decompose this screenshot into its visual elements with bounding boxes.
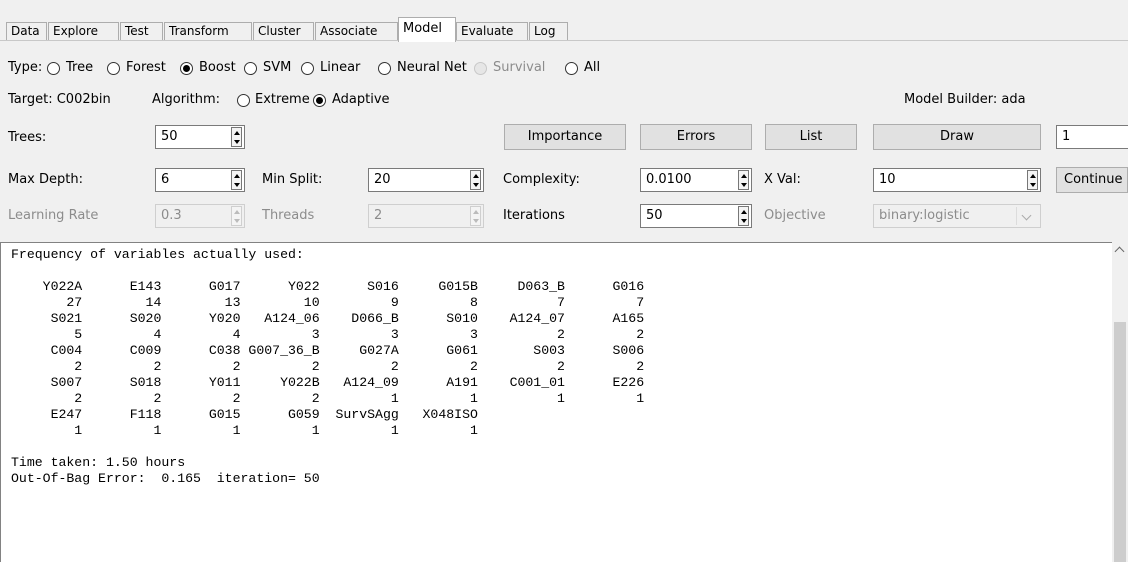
target-label: Target: C002bin — [8, 92, 111, 107]
complexity-spinner[interactable]: 0.0100 — [640, 168, 752, 192]
depth-row: Max Depth: 6 Min Split: 20 Complexity: 0… — [0, 167, 1128, 196]
scroll-thumb[interactable] — [1114, 322, 1126, 562]
output-scrollbar[interactable] — [1112, 242, 1128, 562]
objective-value: binary:logistic — [879, 208, 970, 223]
continue-button[interactable]: Continue — [1056, 167, 1128, 193]
model-builder-label: Model Builder: ada — [904, 92, 1026, 107]
min-split-value: 20 — [374, 172, 391, 187]
spinner-arrows — [231, 206, 242, 226]
trees-spinner[interactable]: 50 — [155, 125, 245, 149]
xval-label: X Val: — [764, 172, 801, 187]
radio-neural-net[interactable] — [378, 62, 391, 75]
radio-forest[interactable] — [107, 62, 120, 75]
max-depth-label: Max Depth: — [8, 172, 83, 187]
chevron-down-icon — [1016, 207, 1036, 225]
output-text: Frequency of variables actually used: Y0… — [11, 247, 645, 486]
radio-boost[interactable] — [180, 62, 193, 75]
target-row: Target: C002bin Algorithm: Extreme Adapt… — [0, 90, 1128, 118]
list-button[interactable]: List — [765, 124, 857, 150]
radio-survival-label: Survival — [493, 60, 546, 75]
xval-spinner[interactable]: 10 — [873, 168, 1041, 192]
importance-button[interactable]: Importance — [504, 124, 626, 150]
tab-log[interactable]: Log — [529, 22, 568, 41]
min-split-label: Min Split: — [262, 172, 323, 187]
trees-label: Trees: — [8, 130, 47, 145]
type-row: Type: Tree Forest Boost SVM Linear Neura… — [0, 58, 1128, 86]
tab-divider — [0, 40, 1128, 41]
iterations-value: 50 — [646, 208, 663, 223]
radio-adaptive[interactable] — [313, 94, 326, 107]
learning-rate-value: 0.3 — [161, 208, 182, 223]
spinner-arrows[interactable] — [231, 170, 242, 190]
tab-bar: Data Explore Test Transform Cluster Asso… — [0, 0, 1128, 42]
radio-all-label[interactable]: All — [584, 60, 600, 75]
spinner-arrows — [470, 206, 481, 226]
draw-tree-value: 1 — [1062, 129, 1071, 144]
radio-tree-label[interactable]: Tree — [66, 60, 93, 75]
radio-tree[interactable] — [47, 62, 60, 75]
learning-rate-spinner: 0.3 — [155, 204, 245, 228]
draw-button[interactable]: Draw — [873, 124, 1041, 150]
xval-value: 10 — [879, 172, 896, 187]
type-label: Type: — [8, 60, 43, 75]
radio-linear-label[interactable]: Linear — [320, 60, 360, 75]
threads-value: 2 — [374, 208, 383, 223]
spinner-arrows[interactable] — [1027, 170, 1038, 190]
spinner-arrows[interactable] — [738, 170, 749, 190]
radio-extreme-label[interactable]: Extreme — [255, 92, 310, 107]
tab-test[interactable]: Test — [120, 22, 163, 41]
objective-label: Objective — [764, 208, 826, 223]
tab-evaluate[interactable]: Evaluate — [456, 22, 528, 41]
threads-spinner: 2 — [368, 204, 484, 228]
trees-row: Trees: 50 Importance Errors List Draw 1 — [0, 124, 1128, 152]
complexity-value: 0.0100 — [646, 172, 692, 187]
objective-select: binary:logistic — [873, 204, 1041, 228]
radio-neural-net-label[interactable]: Neural Net — [397, 60, 467, 75]
radio-linear[interactable] — [301, 62, 314, 75]
draw-tree-spinner[interactable]: 1 — [1056, 125, 1128, 149]
radio-forest-label[interactable]: Forest — [126, 60, 166, 75]
max-depth-spinner[interactable]: 6 — [155, 168, 245, 192]
output-textview[interactable]: Frequency of variables actually used: Y0… — [0, 242, 1128, 562]
scroll-up-icon[interactable] — [1114, 246, 1125, 257]
radio-all[interactable] — [565, 62, 578, 75]
tab-cluster[interactable]: Cluster — [253, 22, 314, 41]
errors-button[interactable]: Errors — [640, 124, 752, 150]
iterations-spinner[interactable]: 50 — [640, 204, 752, 228]
spinner-arrows[interactable] — [231, 127, 242, 147]
radio-survival — [474, 62, 487, 75]
iterations-label: Iterations — [503, 208, 565, 223]
complexity-label: Complexity: — [503, 172, 580, 187]
radio-boost-label[interactable]: Boost — [199, 60, 236, 75]
tab-explore[interactable]: Explore — [48, 22, 119, 41]
tab-associate[interactable]: Associate — [315, 22, 398, 41]
radio-svm[interactable] — [244, 62, 257, 75]
radio-adaptive-label[interactable]: Adaptive — [332, 92, 390, 107]
spinner-arrows[interactable] — [470, 170, 481, 190]
learning-rate-label: Learning Rate — [8, 208, 99, 223]
radio-svm-label[interactable]: SVM — [263, 60, 291, 75]
max-depth-value: 6 — [161, 172, 170, 187]
rate-row: Learning Rate 0.3 Threads 2 Iterations 5… — [0, 204, 1128, 232]
algorithm-label: Algorithm: — [152, 92, 221, 107]
tab-data[interactable]: Data — [6, 22, 47, 41]
spinner-arrows[interactable] — [738, 206, 749, 226]
trees-value: 50 — [161, 129, 178, 144]
tab-model[interactable]: Model — [398, 17, 456, 42]
radio-extreme[interactable] — [237, 94, 250, 107]
threads-label: Threads — [262, 208, 315, 223]
tab-transform[interactable]: Transform — [164, 22, 252, 41]
min-split-spinner[interactable]: 20 — [368, 168, 484, 192]
